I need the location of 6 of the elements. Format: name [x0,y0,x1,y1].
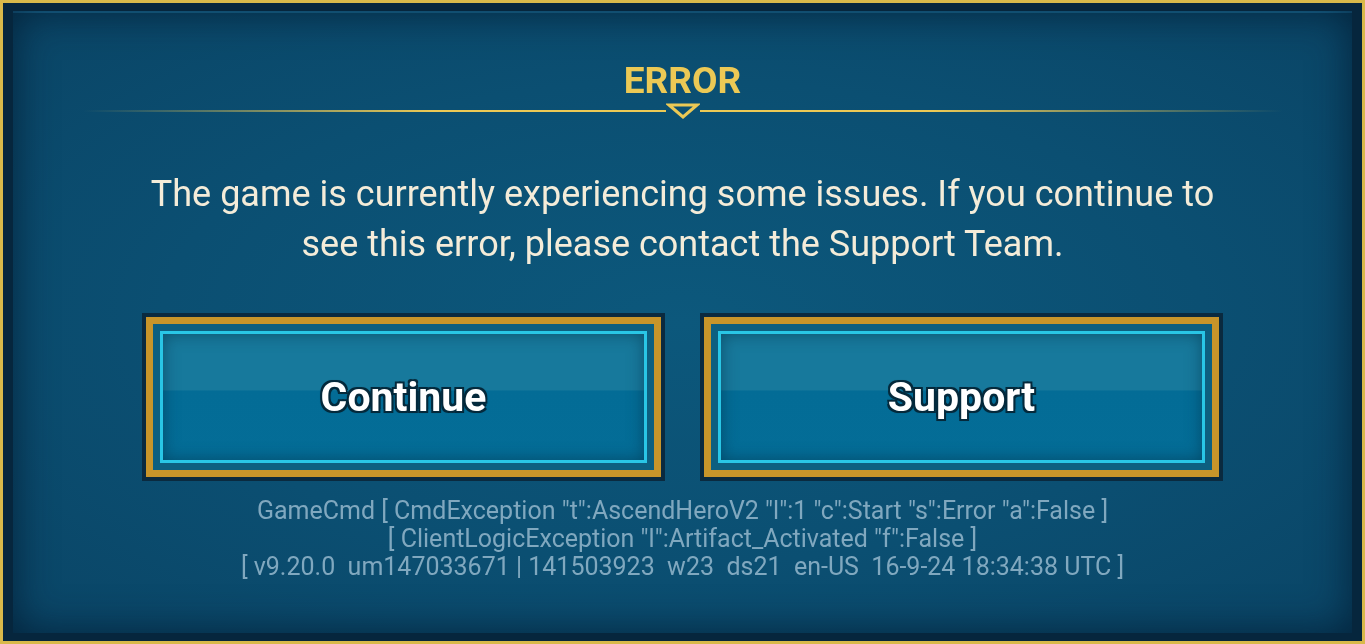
triangle-icon [665,103,700,119]
debug-text: [ v9.20.0 um147033671 | 141503923 w23 ds21 en-US 16-9-24 18:34:38 UTC ] [240,553,1125,581]
debug-text: [ ClientLogicException "l":Artifact_Activated "f":False ] [387,525,978,553]
debug-text: GameCmd [ CmdException "t":AscendHeroV2 "l":1 "c":Start "s":Error "a":False ] [256,497,1109,525]
dialog-title: ERROR [623,61,742,101]
error-message: The game is currently experiencing some issues. If you continue to see this error, please contact the Support Team. [149,172,1216,267]
